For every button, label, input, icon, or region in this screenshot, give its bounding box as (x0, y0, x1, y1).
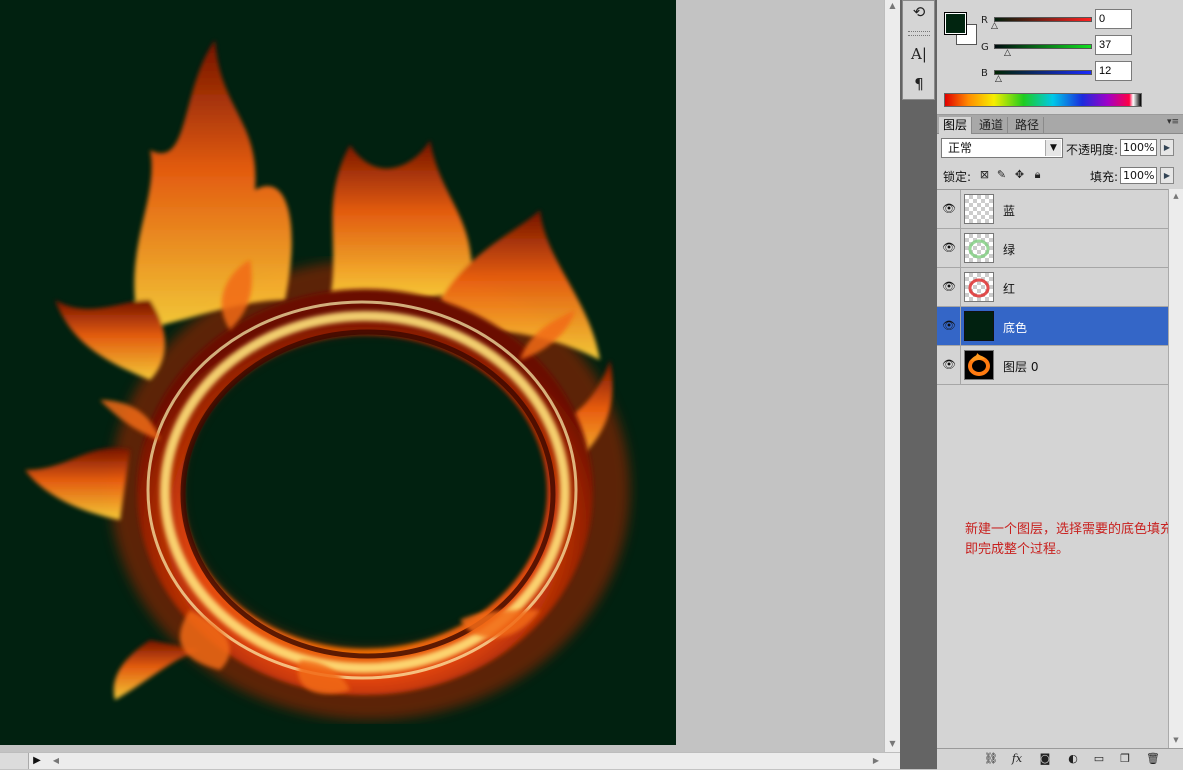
opacity-input[interactable]: 100% (1120, 139, 1157, 156)
canvas-horizontal-scrollbar[interactable]: ▶ ◀ ▶ (0, 752, 900, 769)
eye-icon[interactable]: 👁︎ (942, 202, 956, 216)
blue-channel-label: B (981, 68, 988, 79)
layer-thumbnail (964, 350, 994, 380)
divider (960, 190, 961, 228)
fire-ring-thumb-art (968, 353, 990, 376)
lock-image-pixels-icon[interactable]: ✎ (995, 168, 1008, 181)
layer-name: 绿 (1003, 243, 1016, 257)
character-icon[interactable]: A| (907, 43, 931, 65)
link-icon[interactable]: ⛓ (983, 752, 999, 766)
layer-name: 底色 (1003, 321, 1028, 335)
scroll-up-icon[interactable]: ▲ (1171, 191, 1181, 201)
red-channel-label: R (981, 15, 988, 26)
paragraph-icon[interactable]: ¶ (907, 73, 931, 95)
blue-value-input[interactable] (1095, 61, 1132, 81)
layer-row-selected[interactable]: 👁︎ 底色 (937, 307, 1168, 346)
tab-channels[interactable]: 通道 (975, 117, 1009, 134)
red-slider-thumb[interactable]: △ (991, 22, 998, 31)
fire-ring-artwork (25, 40, 630, 720)
lock-all-icon[interactable]: 🔒︎ (1031, 168, 1044, 181)
divider (960, 268, 961, 306)
layer-list: 👁︎ 蓝 👁︎ 绿 👁︎ 红 👁︎ 底色 👁︎ 图层 0 新建一个图层，选择需要… (937, 189, 1173, 750)
red-flame-thumb-art (968, 278, 990, 298)
status-menu-arrow-icon[interactable]: ▶ (30, 754, 44, 767)
tab-layers[interactable]: 图层 (939, 117, 973, 134)
layer-thumbnail (964, 311, 994, 341)
layer-row[interactable]: 👁︎ 红 (937, 268, 1168, 307)
eye-icon[interactable]: 👁︎ (942, 280, 956, 294)
scroll-up-icon[interactable]: ▲ (887, 0, 898, 12)
layer-row[interactable]: 👁︎ 绿 (937, 229, 1168, 268)
history-icon[interactable]: ⟲ (907, 1, 931, 23)
blue-slider[interactable] (994, 70, 1092, 75)
new-layer-icon[interactable]: ❐ (1117, 752, 1133, 766)
layer-thumbnail (964, 272, 994, 302)
tab-paths[interactable]: 路径 (1011, 117, 1045, 134)
dock-icon-strip: ⟲ A| ¶ (902, 0, 935, 100)
layer-thumbnail (964, 194, 994, 224)
opacity-label: 不透明度: (1066, 143, 1119, 157)
layer-row[interactable]: 👁︎ 蓝 (937, 190, 1168, 229)
blend-mode-select[interactable]: 正常 ▼ (941, 138, 1063, 158)
adjustment-icon[interactable]: ◐ (1065, 752, 1081, 766)
eye-icon[interactable]: 👁︎ (942, 241, 956, 255)
scroll-left-icon[interactable]: ◀ (50, 755, 62, 767)
layers-panel: 图层 通道 路径 ▾≡ 正常 ▼ 不透明度: 100% ▶ 锁定: ⊠ ✎ ✥ … (937, 115, 1183, 770)
fill-slider-arrow-icon[interactable]: ▶ (1160, 167, 1174, 184)
scroll-right-icon[interactable]: ▶ (870, 755, 882, 767)
green-channel-label: G (981, 42, 989, 53)
scroll-down-icon[interactable]: ▼ (1171, 735, 1181, 745)
fill-input[interactable]: 100% (1120, 167, 1157, 184)
panel-dock: ⟲ A| ¶ (900, 0, 937, 769)
layer-list-scrollbar[interactable]: ▲ ▼ (1168, 189, 1183, 749)
layer-thumbnail (964, 233, 994, 263)
green-slider-thumb[interactable]: △ (1004, 49, 1011, 58)
layer-row[interactable]: 👁︎ 图层 0 (937, 346, 1168, 385)
right-panels: R △ G △ B △ 图层 通道 路径 ▾≡ 正常 ▼ 不透明度: 100% … (937, 0, 1183, 770)
eye-icon[interactable]: 👁︎ (942, 319, 956, 333)
lock-transparent-pixels-icon[interactable]: ⊠ (978, 168, 991, 181)
chevron-down-icon: ▼ (1045, 140, 1061, 156)
panel-tab-strip: 图层 通道 路径 ▾≡ (937, 115, 1183, 134)
status-nav-block (0, 753, 29, 769)
lock-position-icon[interactable]: ✥ (1013, 168, 1026, 181)
fx-icon[interactable]: fx (1009, 752, 1025, 766)
document-canvas[interactable] (0, 0, 676, 745)
blue-slider-thumb[interactable]: △ (995, 75, 1002, 84)
mask-icon[interactable]: ◙ (1037, 752, 1053, 766)
trash-icon[interactable]: 🗑︎ (1145, 752, 1161, 766)
scroll-down-icon[interactable]: ▼ (887, 738, 898, 750)
canvas-vertical-scrollbar[interactable]: ▲ ▼ (884, 0, 900, 752)
foreground-color-swatch[interactable] (944, 12, 967, 35)
green-flame-thumb-art (968, 239, 990, 259)
opacity-slider-arrow-icon[interactable]: ▶ (1160, 139, 1174, 156)
divider (960, 229, 961, 267)
divider (960, 307, 961, 345)
eye-icon[interactable]: 👁︎ (942, 358, 956, 372)
group-icon[interactable]: ▭ (1091, 752, 1107, 766)
color-spectrum-ramp[interactable] (944, 93, 1142, 107)
red-value-input[interactable] (1095, 9, 1132, 29)
layer-name: 蓝 (1003, 204, 1016, 218)
layers-panel-footer: ⛓ fx ◙ ◐ ▭ ❐ 🗑︎ (937, 748, 1183, 770)
lock-label: 锁定: (943, 170, 972, 184)
panel-menu-icon[interactable]: ▾≡ (1167, 117, 1179, 127)
green-value-input[interactable] (1095, 35, 1132, 55)
color-panel: R △ G △ B △ (937, 0, 1183, 115)
fill-label: 填充: (1090, 170, 1119, 184)
dock-grip[interactable] (908, 31, 930, 36)
canvas-area[interactable] (0, 0, 884, 752)
layer-name: 红 (1003, 282, 1016, 296)
divider (960, 346, 961, 384)
red-slider[interactable] (994, 17, 1092, 22)
blend-mode-value: 正常 (948, 141, 973, 155)
annotation-text: 新建一个图层，选择需要的底色填充即完成整个过程。 (965, 522, 1174, 557)
layer-name: 图层 0 (1003, 360, 1039, 374)
